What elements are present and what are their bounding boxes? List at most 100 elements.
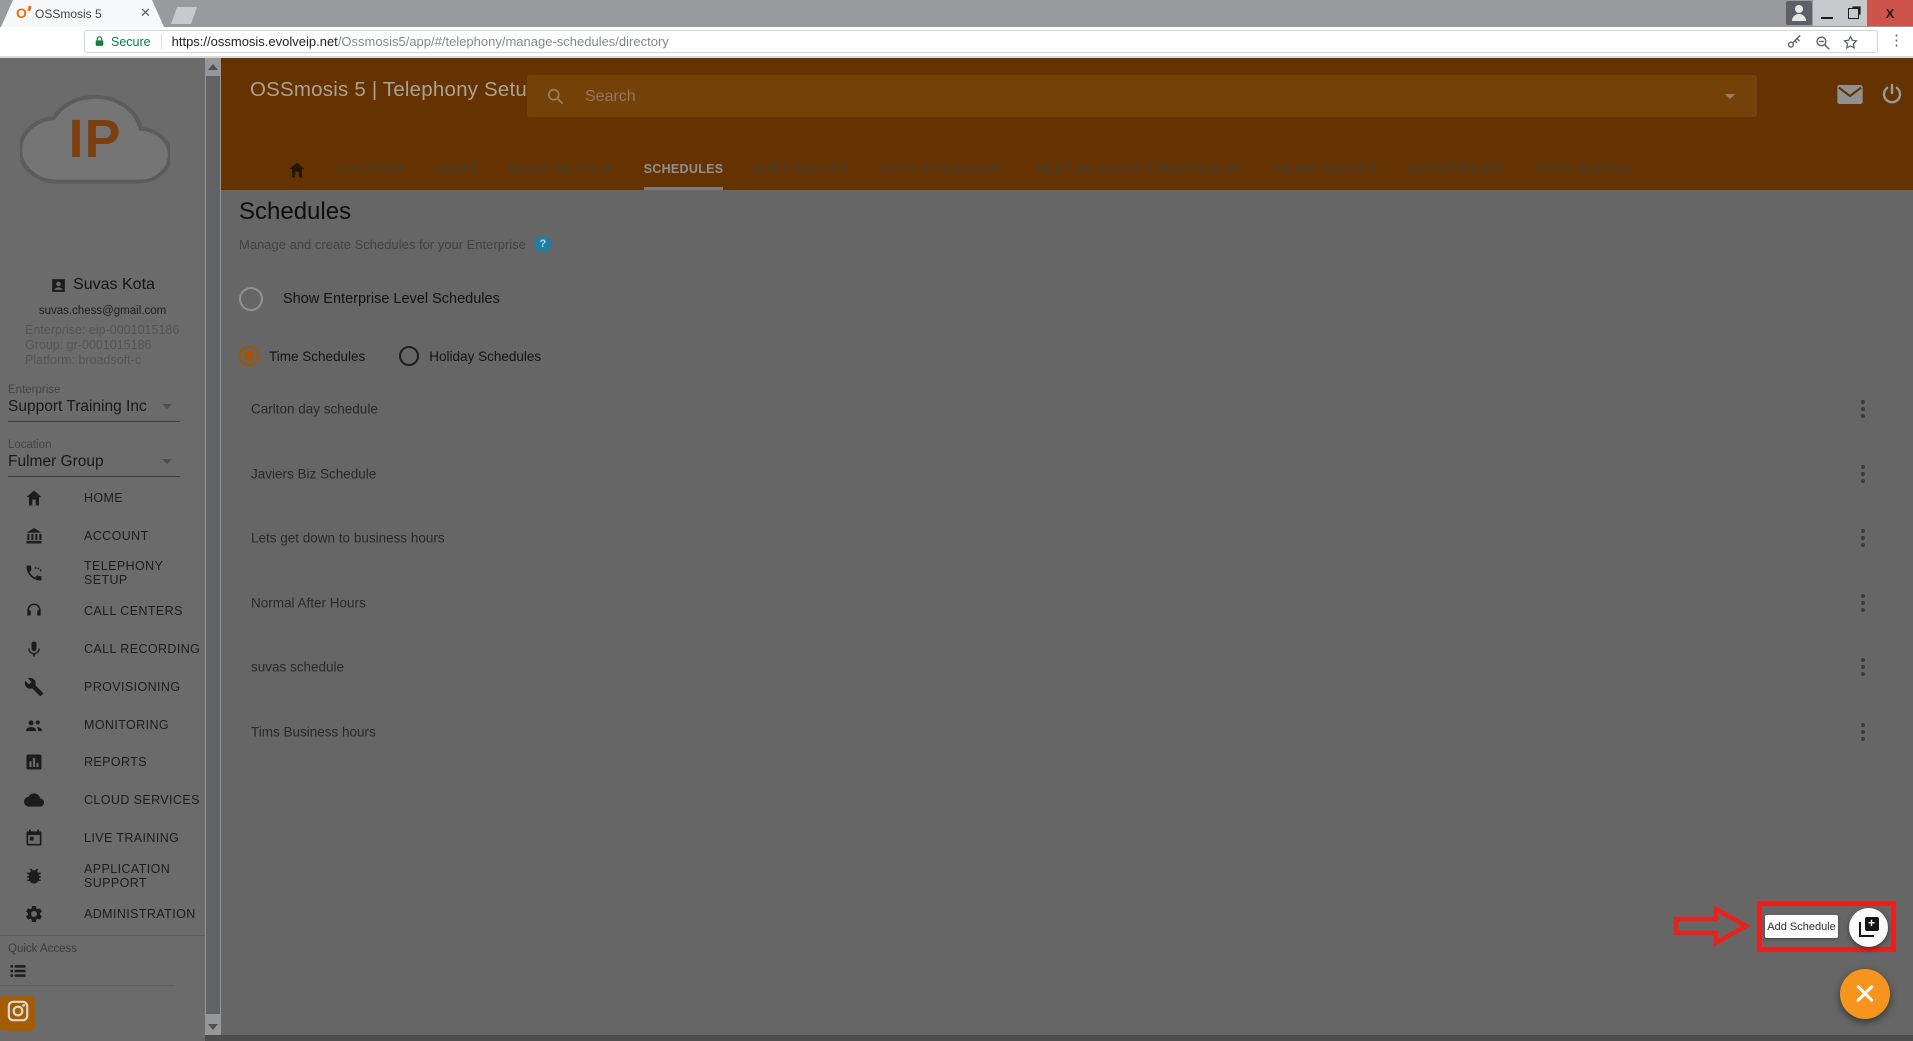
nav-icon bbox=[24, 866, 44, 886]
search-icon bbox=[545, 86, 565, 106]
row-options-kebab-icon[interactable] bbox=[1853, 523, 1873, 553]
sidebar-item-administration[interactable]: ADMINISTRATION bbox=[0, 895, 205, 933]
enterprise-label: Enterprise bbox=[8, 384, 60, 396]
browser-tab[interactable]: O OSSmosis 5 ✕ bbox=[1, 0, 164, 27]
annotation-arrow bbox=[1672, 903, 1754, 949]
nav-icon bbox=[24, 904, 44, 924]
sidebar-item-monitoring[interactable]: MONITORING bbox=[0, 706, 205, 744]
url-path: /Ossmosis5/app/#/telephony/manage-schedu… bbox=[338, 34, 669, 49]
tab-trunk-groups[interactable]: TRUNK GROUPS bbox=[1273, 150, 1378, 190]
browser-window: O OSSmosis 5 ✕ X Secure https://ossmosis… bbox=[0, 0, 1913, 1041]
window-close-button[interactable]: X bbox=[1867, 0, 1913, 26]
tab-schedules[interactable]: SCHEDULES bbox=[644, 150, 724, 190]
search-input[interactable] bbox=[583, 75, 1687, 119]
sidebar-item-call-recording[interactable]: CALL RECORDING bbox=[0, 630, 205, 668]
account-meta: Enterprise: eip-0001015186Group: gr-0001… bbox=[25, 323, 179, 368]
close-fab-button[interactable] bbox=[1840, 969, 1890, 1019]
location-select[interactable]: Fulmer Group bbox=[8, 453, 180, 477]
browser-tab-title: OSSmosis 5 bbox=[35, 7, 102, 21]
schedule-row-javiers-biz-schedule[interactable]: Javiers Biz Schedule bbox=[221, 442, 1913, 507]
zoom-out-icon[interactable] bbox=[1814, 34, 1831, 51]
schedule-type-radios: Time Schedules Holiday Schedules bbox=[239, 346, 541, 366]
add-schedule-tooltip: Add Schedule bbox=[1765, 915, 1838, 938]
nav-icon bbox=[24, 563, 44, 583]
nav-icon bbox=[24, 488, 44, 508]
scrollbar-thumb[interactable] bbox=[206, 76, 220, 1014]
radio-holiday-schedules[interactable]: Holiday Schedules bbox=[399, 346, 541, 366]
help-icon[interactable]: ? bbox=[535, 236, 551, 252]
add-schedule-button[interactable]: + bbox=[1849, 908, 1888, 947]
tab-departments[interactable]: DEPARTMENTS bbox=[1408, 150, 1506, 190]
nav-icon bbox=[24, 790, 44, 810]
sidebar-item-account[interactable]: ACCOUNT bbox=[0, 517, 205, 555]
sidebar-nav: HOME ACCOUNT TELEPHONY SETUP CALL CENTER… bbox=[0, 479, 205, 933]
schedule-row-tims-business-hours[interactable]: Tims Business hours bbox=[221, 700, 1913, 765]
scroll-up-icon[interactable] bbox=[208, 64, 218, 70]
chevron-down-icon bbox=[162, 459, 172, 464]
chevron-down-icon bbox=[162, 404, 172, 409]
sidebar-item-provisioning[interactable]: PROVISIONING bbox=[0, 668, 205, 706]
window-minimize-button[interactable] bbox=[1813, 0, 1840, 26]
sidebar-item-cloud-services[interactable]: CLOUD SERVICES bbox=[0, 781, 205, 819]
nav-icon bbox=[24, 526, 44, 546]
sidebar-item-call-centers[interactable]: CALL CENTERS bbox=[0, 592, 205, 630]
address-bar[interactable]: Secure https://ossmosis.evolveip.net /Os… bbox=[84, 30, 1878, 53]
radio-circle-icon bbox=[239, 346, 259, 366]
tab-location[interactable]: LOCATION bbox=[337, 150, 404, 190]
enterprise-level-toggle[interactable] bbox=[239, 287, 263, 311]
row-options-kebab-icon[interactable] bbox=[1853, 588, 1873, 618]
sidebar: IP Suvas Kota suvas.chess@gmail.com Ente… bbox=[0, 58, 205, 1041]
row-options-kebab-icon[interactable] bbox=[1853, 459, 1873, 489]
bookmark-star-icon[interactable] bbox=[1842, 34, 1859, 51]
enterprise-select[interactable]: Support Training Inc bbox=[8, 398, 180, 422]
lock-icon bbox=[93, 34, 106, 49]
location-label: Location bbox=[8, 439, 51, 451]
social-links: YouTube bbox=[0, 996, 205, 1041]
search-dropdown-icon[interactable] bbox=[1725, 94, 1735, 99]
window-restore-button[interactable] bbox=[1840, 0, 1867, 26]
enterprise-level-toggle-label: Show Enterprise Level Schedules bbox=[283, 291, 500, 307]
account-meta-line: Group: gr-0001015186 bbox=[25, 338, 179, 353]
telephony-tabs: LOCATION USERS MUSIC ON HOLD SCHEDULES HUNT … bbox=[287, 150, 1632, 190]
logout-power-icon[interactable] bbox=[1880, 82, 1904, 106]
social-instagram-icon[interactable] bbox=[0, 996, 35, 1031]
schedule-row-lets-get-down-to-business-hours[interactable]: Lets get down to business hours bbox=[221, 506, 1913, 571]
account-meta-line: Platform: broadsoft-c bbox=[25, 353, 179, 368]
schedule-row-carlton-day-schedule[interactable]: Carlton day schedule bbox=[221, 377, 1913, 442]
tab-open-seating[interactable]: OPEN SEATING bbox=[1535, 150, 1632, 190]
user-name: Suvas Kota bbox=[73, 276, 155, 294]
scroll-down-icon[interactable] bbox=[208, 1024, 218, 1030]
page-scrollbar[interactable] bbox=[205, 58, 221, 1041]
password-key-icon[interactable] bbox=[1786, 34, 1803, 51]
radio-time-schedules[interactable]: Time Schedules bbox=[239, 346, 365, 366]
mail-icon[interactable] bbox=[1837, 85, 1863, 104]
schedules-page: Schedules Manage and create Schedules fo… bbox=[221, 190, 1913, 1035]
quick-access-label: Quick Access bbox=[8, 943, 77, 955]
url-host: https://ossmosis.evolveip.net bbox=[172, 34, 338, 49]
sidebar-item-telephony-setup[interactable]: TELEPHONY SETUP bbox=[0, 555, 205, 593]
tab-auto-attendants[interactable]: AUTO ATTENDANTS bbox=[879, 150, 1006, 190]
new-tab-button[interactable] bbox=[171, 7, 197, 24]
secure-label: Secure bbox=[111, 35, 151, 49]
browser-menu-icon[interactable]: ⋮ bbox=[1889, 31, 1904, 49]
quick-access-list-icon[interactable] bbox=[8, 961, 28, 981]
sidebar-item-live-training[interactable]: LIVE TRAINING bbox=[0, 819, 205, 857]
search-bar[interactable] bbox=[527, 75, 1757, 117]
tab-hunt-groups[interactable]: HUNT GROUPS bbox=[753, 150, 849, 190]
tab-users[interactable]: USERS bbox=[434, 150, 479, 190]
row-options-kebab-icon[interactable] bbox=[1853, 717, 1873, 747]
user-email: suvas.chess@gmail.com bbox=[0, 305, 205, 317]
row-options-kebab-icon[interactable] bbox=[1853, 394, 1873, 424]
sidebar-item-application-support[interactable]: APPLICATION SUPPORT bbox=[0, 857, 205, 895]
sidebar-item-reports[interactable]: REPORTS bbox=[0, 744, 205, 782]
browser-titlebar: O OSSmosis 5 ✕ X bbox=[0, 0, 1913, 27]
tab-meet-me-audio-conferences[interactable]: MEET-ME AUDIO CONFERENCES bbox=[1036, 150, 1243, 190]
tab-music-on-hold[interactable]: MUSIC ON HOLD bbox=[508, 150, 613, 190]
schedule-row-suvas-schedule[interactable]: suvas schedule bbox=[221, 635, 1913, 700]
row-options-kebab-icon[interactable] bbox=[1853, 652, 1873, 682]
home-tab-icon[interactable] bbox=[287, 160, 307, 180]
sidebar-item-home[interactable]: HOME bbox=[0, 479, 205, 517]
schedule-row-normal-after-hours[interactable]: Normal After Hours bbox=[221, 571, 1913, 636]
tab-close-icon[interactable]: ✕ bbox=[140, 5, 151, 21]
browser-profile-button[interactable] bbox=[1786, 1, 1812, 25]
